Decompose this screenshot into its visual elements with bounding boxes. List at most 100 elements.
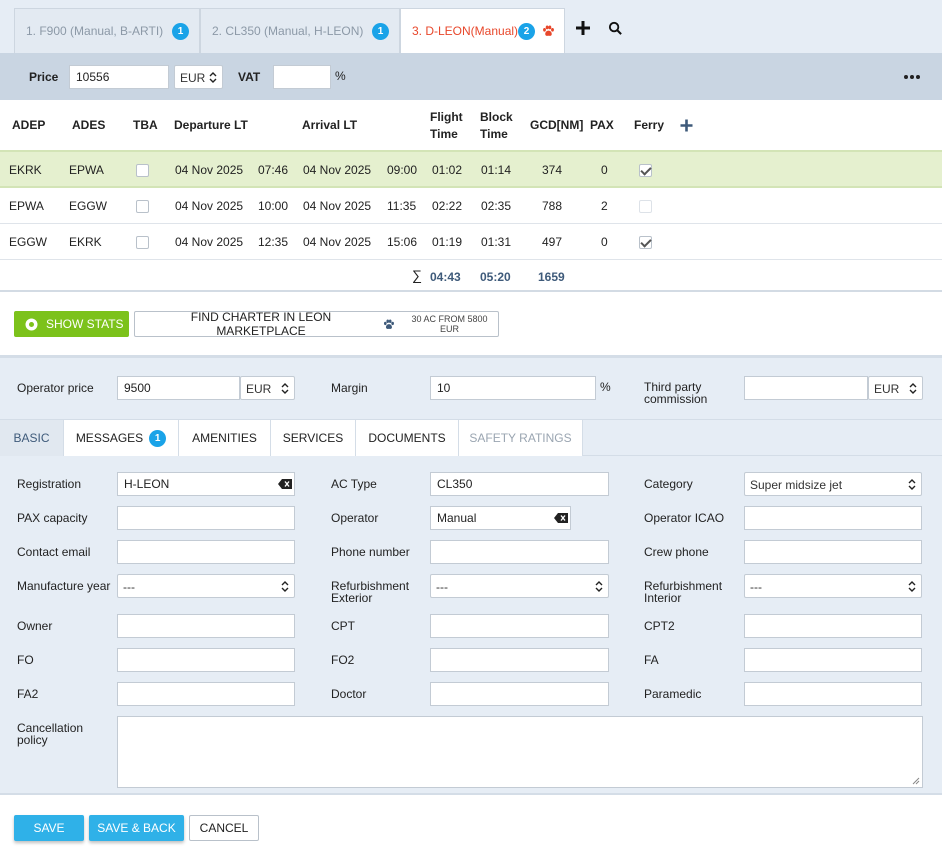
cancellation-policy-textarea[interactable] — [117, 716, 923, 788]
leg-row[interactable]: EKRK EPWA 04 Nov 2025 07:46 04 Nov 2025 … — [0, 150, 942, 188]
price-currency-select[interactable]: EUR — [174, 65, 223, 89]
category-select[interactable]: Super midsize jet — [744, 472, 922, 496]
crew-phone-label: Crew phone — [644, 545, 709, 559]
operator-price-input[interactable] — [117, 376, 240, 400]
leg-row[interactable]: EGGW EKRK 04 Nov 2025 12:35 04 Nov 2025 … — [0, 224, 942, 260]
search-icon[interactable] — [608, 19, 623, 37]
leg-departure-date[interactable]: 04 Nov 2025 — [175, 199, 243, 213]
vat-unit: % — [335, 69, 346, 83]
leg-arrival-time[interactable]: 11:35 — [387, 199, 416, 213]
leg-departure-time[interactable]: 07:46 — [258, 163, 288, 177]
clear-input-icon[interactable] — [278, 479, 292, 489]
vat-label: VAT — [238, 70, 261, 84]
leg-tba-checkbox[interactable] — [136, 164, 149, 177]
leg-tba-checkbox[interactable] — [136, 200, 149, 213]
leg-pax[interactable]: 2 — [601, 199, 608, 213]
leg-arrival-time[interactable]: 09:00 — [387, 163, 417, 177]
leg-pax[interactable]: 0 — [601, 235, 608, 249]
refurbishment-interior-label: Refurbishment Interior — [644, 579, 723, 605]
tab-services[interactable]: SERVICES — [271, 420, 356, 456]
paramedic-input[interactable] — [744, 682, 922, 706]
operator-currency-select[interactable]: EUR — [240, 376, 295, 400]
fo-label: FO — [17, 653, 34, 667]
resize-grip-icon[interactable] — [912, 777, 920, 785]
save-button[interactable]: SAVE — [14, 815, 84, 841]
tab-basic[interactable]: BASIC — [0, 420, 64, 456]
tab-amenities[interactable]: AMENITIES — [179, 420, 271, 456]
aircraft-tabs-bar: 1. F900 (Manual, B-ARTI) 1 2. CL350 (Man… — [0, 0, 942, 53]
refurbishment-interior-select[interactable]: --- — [744, 574, 922, 598]
manufacture-year-select[interactable]: --- — [117, 574, 295, 598]
add-tab-plus-icon[interactable] — [574, 19, 592, 37]
margin-input[interactable] — [430, 376, 596, 400]
paw-icon — [543, 25, 554, 36]
third-party-currency-select[interactable]: EUR — [868, 376, 923, 400]
leg-arrival-date[interactable]: 04 Nov 2025 — [303, 199, 371, 213]
leg-departure-date[interactable]: 04 Nov 2025 — [175, 163, 243, 177]
basic-form: Registration AC Type Category Super mids… — [0, 456, 942, 795]
aircraft-tab-3[interactable]: 3. D-LEON(Manual) 2 — [400, 8, 565, 53]
leg-departure-time[interactable]: 10:00 — [258, 199, 288, 213]
contact-email-input[interactable] — [117, 540, 295, 564]
leg-flight-time: 01:19 — [432, 235, 463, 249]
leg-ferry-checkbox[interactable] — [639, 200, 652, 213]
doctor-input[interactable] — [430, 682, 609, 706]
fa-label: FA — [644, 653, 659, 667]
fo2-label: FO2 — [331, 653, 355, 667]
cancel-button[interactable]: CANCEL — [189, 815, 259, 841]
select-caret-icon — [908, 581, 916, 592]
price-input[interactable] — [69, 65, 169, 89]
leg-tba-checkbox[interactable] — [136, 236, 149, 249]
save-and-back-button[interactable]: SAVE & BACK — [89, 815, 184, 841]
leg-ades: EKRK — [69, 235, 102, 249]
stats-circle-icon — [25, 318, 38, 330]
leg-departure-time[interactable]: 12:35 — [258, 235, 288, 249]
fa-input[interactable] — [744, 648, 922, 672]
cpt2-input[interactable] — [744, 614, 922, 638]
select-caret-icon — [909, 383, 917, 394]
doctor-label: Doctor — [331, 687, 367, 701]
leg-arrival-time[interactable]: 15:06 — [387, 235, 417, 249]
registration-input[interactable] — [117, 472, 295, 496]
leg-adep: EPWA — [9, 199, 44, 213]
show-stats-button[interactable]: SHOW STATS — [14, 311, 129, 337]
ac-type-input[interactable] — [430, 472, 609, 496]
pax-capacity-input[interactable] — [117, 506, 295, 530]
phone-number-input[interactable] — [430, 540, 609, 564]
leg-ferry-checkbox[interactable] — [639, 236, 652, 249]
operator-input[interactable] — [430, 506, 571, 530]
fo-input[interactable] — [117, 648, 295, 672]
leg-departure-date[interactable]: 04 Nov 2025 — [175, 235, 243, 249]
col-header-departure: Departure LT — [174, 118, 248, 132]
cpt-input[interactable] — [430, 614, 609, 638]
more-options-icon[interactable] — [904, 75, 920, 79]
operator-icao-input[interactable] — [744, 506, 922, 530]
aircraft-tab-2[interactable]: 2. CL350 (Manual, H-LEON) 1 — [200, 8, 400, 53]
aircraft-tab-1[interactable]: 1. F900 (Manual, B-ARTI) 1 — [14, 8, 200, 53]
leg-ferry-checkbox[interactable] — [639, 164, 652, 177]
leg-arrival-date[interactable]: 04 Nov 2025 — [303, 163, 371, 177]
operator-icao-label: Operator ICAO — [644, 511, 725, 525]
leg-pax[interactable]: 0 — [601, 163, 608, 177]
fa2-input[interactable] — [117, 682, 295, 706]
operator-currency-value: EUR — [246, 382, 272, 396]
vat-input[interactable] — [273, 65, 331, 89]
leg-block-time: 01:31 — [481, 235, 512, 249]
tab-safety-ratings[interactable]: SAFETY RATINGS — [459, 420, 583, 456]
leg-flight-time: 01:02 — [432, 163, 463, 177]
leg-row[interactable]: EPWA EGGW 04 Nov 2025 10:00 04 Nov 2025 … — [0, 188, 942, 224]
tab-amenities-label: AMENITIES — [192, 431, 257, 445]
tab-messages[interactable]: MESSAGES 1 — [64, 420, 179, 456]
add-leg-plus-icon[interactable] — [680, 119, 693, 132]
tab-documents[interactable]: DOCUMENTS — [356, 420, 459, 456]
pax-capacity-label: PAX capacity — [17, 511, 88, 525]
third-party-commission-input[interactable] — [744, 376, 868, 400]
price-label: Price — [29, 70, 59, 84]
owner-input[interactable] — [117, 614, 295, 638]
refurbishment-exterior-select[interactable]: --- — [430, 574, 609, 598]
clear-input-icon[interactable] — [554, 513, 568, 523]
crew-phone-input[interactable] — [744, 540, 922, 564]
fo2-input[interactable] — [430, 648, 609, 672]
find-charter-button[interactable]: FIND CHARTER IN LEON MARKETPLACE 30 AC F… — [134, 310, 499, 338]
leg-arrival-date[interactable]: 04 Nov 2025 — [303, 235, 371, 249]
